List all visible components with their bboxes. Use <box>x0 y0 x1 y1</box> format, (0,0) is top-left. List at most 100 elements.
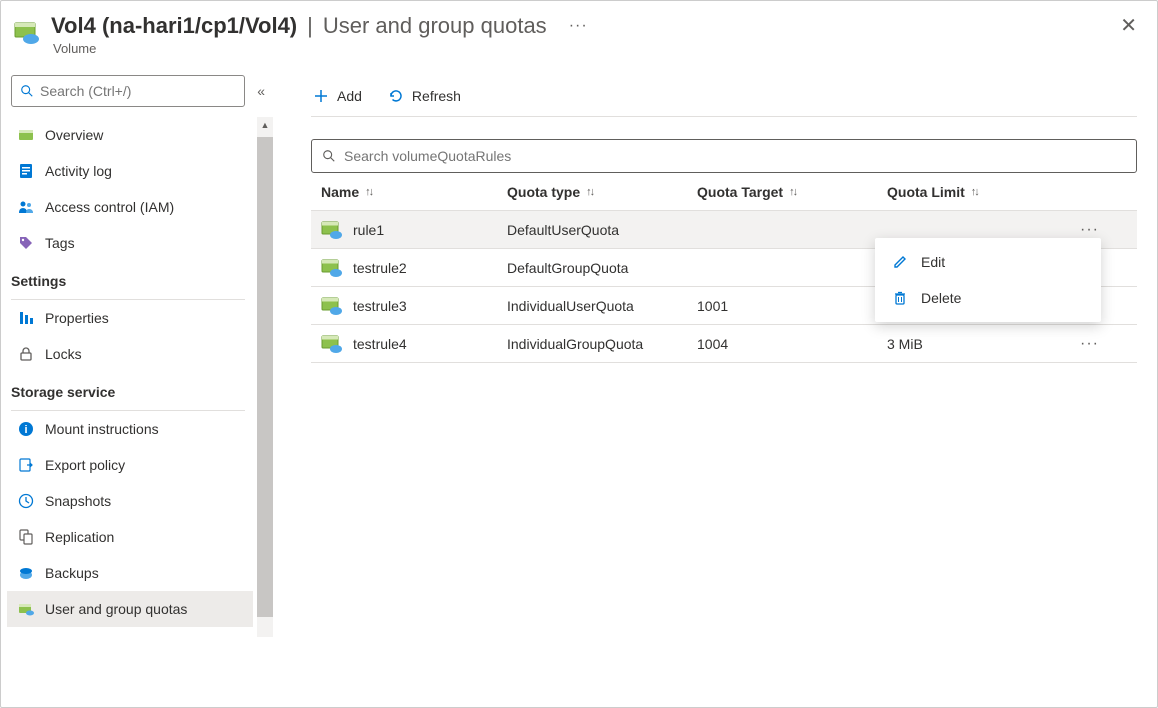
add-label: Add <box>337 88 362 104</box>
main-content: Add Refresh Name ↑↓ Quota <box>279 75 1157 707</box>
backups-icon <box>17 564 35 582</box>
snapshots-icon <box>17 492 35 510</box>
access-control-icon <box>17 198 35 216</box>
refresh-label: Refresh <box>412 88 461 104</box>
volume-icon <box>321 257 343 279</box>
col-name[interactable]: Name ↑↓ <box>311 184 501 200</box>
scrollbar-track[interactable]: ▲ <box>257 117 273 637</box>
sidebar-item-label: Overview <box>45 127 103 143</box>
sidebar-item-locks[interactable]: Locks <box>7 336 253 372</box>
volume-icon <box>321 295 343 317</box>
sidebar-section-settings: Settings <box>7 261 253 295</box>
sidebar-item-activity-log[interactable]: Activity log <box>7 153 253 189</box>
export-policy-icon <box>17 456 35 474</box>
cell-limit: 3 MiB <box>881 336 1051 352</box>
sidebar-item-label: User and group quotas <box>45 601 187 617</box>
collapse-sidebar-button[interactable]: « <box>253 79 269 103</box>
cell-name: testrule4 <box>353 336 407 352</box>
sidebar-item-label: Snapshots <box>45 493 111 509</box>
properties-icon <box>17 309 35 327</box>
cell-type: DefaultUserQuota <box>501 222 691 238</box>
delete-icon <box>891 289 909 307</box>
sidebar-item-properties[interactable]: Properties <box>7 300 253 336</box>
toolbar: Add Refresh <box>311 75 1137 117</box>
page-title: Vol4 (na-hari1/cp1/Vol4) | User and grou… <box>51 13 1120 39</box>
scroll-up-arrow[interactable]: ▲ <box>257 117 273 133</box>
context-edit-label: Edit <box>921 254 945 270</box>
cell-type: IndividualUserQuota <box>501 298 691 314</box>
header-title-block: Vol4 (na-hari1/cp1/Vol4) | User and grou… <box>51 13 1120 56</box>
sidebar-item-label: Access control (IAM) <box>45 199 174 215</box>
refresh-button[interactable]: Refresh <box>386 84 463 108</box>
context-delete-label: Delete <box>921 290 961 306</box>
cell-target: 1001 <box>691 298 881 314</box>
replication-icon <box>17 528 35 546</box>
scrollbar-thumb[interactable] <box>257 137 273 617</box>
sidebar-nav: ▲ Overview Activity log <box>7 117 273 707</box>
sidebar-search[interactable] <box>11 75 245 107</box>
sidebar-item-label: Properties <box>45 310 109 326</box>
sidebar-item-snapshots[interactable]: Snapshots <box>7 483 253 519</box>
sidebar-item-export-policy[interactable]: Export policy <box>7 447 253 483</box>
context-edit[interactable]: Edit <box>875 244 1101 280</box>
sort-icon: ↑↓ <box>789 186 796 198</box>
sidebar-item-backups[interactable]: Backups <box>7 555 253 591</box>
col-quota-target[interactable]: Quota Target ↑↓ <box>691 184 881 200</box>
row-more-button[interactable]: ··· <box>1051 221 1111 239</box>
page-header: Vol4 (na-hari1/cp1/Vol4) | User and grou… <box>1 1 1157 75</box>
col-quota-limit[interactable]: Quota Limit ↑↓ <box>881 184 1051 200</box>
activity-log-icon <box>17 162 35 180</box>
table-row[interactable]: testrule4 IndividualGroupQuota 1004 3 Mi… <box>311 325 1137 363</box>
sidebar-item-label: Replication <box>45 529 114 545</box>
header-subtitle: Volume <box>53 41 1120 56</box>
edit-icon <box>891 253 909 271</box>
table-header: Name ↑↓ Quota type ↑↓ Quota Target ↑↓ Qu… <box>311 173 1137 211</box>
volume-icon <box>321 333 343 355</box>
quotas-icon <box>17 600 35 618</box>
sidebar-item-label: Locks <box>45 346 82 362</box>
close-button[interactable]: ✕ <box>1120 13 1137 38</box>
volume-icon <box>321 219 343 241</box>
sort-icon: ↑↓ <box>586 186 593 198</box>
title-section: User and group quotas <box>323 13 547 39</box>
add-button[interactable]: Add <box>311 84 364 108</box>
cell-type: IndividualGroupQuota <box>501 336 691 352</box>
cell-target: 1004 <box>691 336 881 352</box>
sidebar-item-label: Activity log <box>45 163 112 179</box>
sidebar-section-storage: Storage service <box>7 372 253 406</box>
sidebar-item-mount-instructions[interactable]: i Mount instructions <box>7 411 253 447</box>
search-icon <box>322 149 336 163</box>
cell-name: testrule2 <box>353 260 407 276</box>
sort-icon: ↑↓ <box>365 186 372 198</box>
sidebar: « ▲ Overview Activity log <box>1 75 279 707</box>
sidebar-item-replication[interactable]: Replication <box>7 519 253 555</box>
plus-icon <box>313 88 329 104</box>
header-more-button[interactable]: ··· <box>569 17 588 35</box>
info-icon: i <box>17 420 35 438</box>
sidebar-item-user-group-quotas[interactable]: User and group quotas <box>7 591 253 627</box>
sidebar-item-label: Backups <box>45 565 99 581</box>
row-more-button[interactable]: ··· <box>1051 335 1111 353</box>
sidebar-item-label: Mount instructions <box>45 421 159 437</box>
sidebar-item-label: Tags <box>45 235 75 251</box>
search-icon <box>20 84 34 98</box>
sidebar-item-access-control[interactable]: Access control (IAM) <box>7 189 253 225</box>
volume-icon <box>11 17 43 49</box>
sidebar-item-label: Export policy <box>45 457 125 473</box>
cell-type: DefaultGroupQuota <box>501 260 691 276</box>
svg-text:i: i <box>24 424 27 436</box>
sidebar-search-input[interactable] <box>40 83 236 99</box>
tags-icon <box>17 234 35 252</box>
locks-icon <box>17 345 35 363</box>
title-bold: Vol4 (na-hari1/cp1/Vol4) <box>51 13 297 39</box>
context-menu: Edit Delete <box>875 238 1101 322</box>
sidebar-item-overview[interactable]: Overview <box>7 117 253 153</box>
quota-search-input[interactable] <box>344 148 1126 164</box>
refresh-icon <box>388 88 404 104</box>
cell-name: rule1 <box>353 222 384 238</box>
cell-name: testrule3 <box>353 298 407 314</box>
quota-search[interactable] <box>311 139 1137 173</box>
col-quota-type[interactable]: Quota type ↑↓ <box>501 184 691 200</box>
context-delete[interactable]: Delete <box>875 280 1101 316</box>
sidebar-item-tags[interactable]: Tags <box>7 225 253 261</box>
